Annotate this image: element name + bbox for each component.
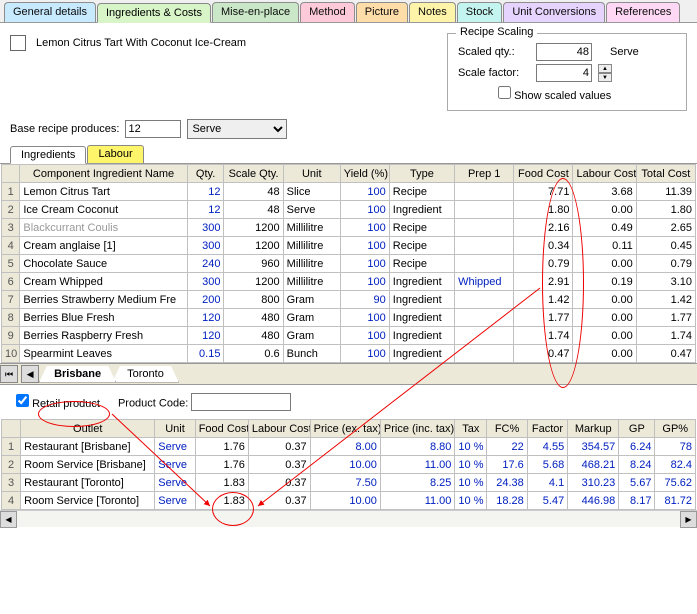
base-recipe-label: Base recipe produces:: [10, 123, 119, 135]
ing-col-header[interactable]: Qty.: [187, 165, 224, 183]
scale-factor-spinner[interactable]: ▲ ▼: [598, 64, 612, 82]
ingredient-row[interactable]: 6Cream Whipped3001200Millilitre100Ingred…: [2, 273, 696, 291]
outlet-col-header[interactable]: Price (inc. tax): [380, 420, 455, 438]
main-tab-references[interactable]: References: [606, 2, 680, 22]
sub-tab-bar: IngredientsLabour: [0, 145, 697, 164]
show-scaled-checkbox[interactable]: [498, 86, 511, 99]
scaling-legend: Recipe Scaling: [456, 26, 537, 38]
ing-col-header[interactable]: Type: [389, 165, 454, 183]
main-tab-method[interactable]: Method: [300, 2, 355, 22]
outlet-row[interactable]: 1Restaurant [Brisbane]Serve1.760.378.008…: [2, 438, 696, 456]
base-unit-select[interactable]: Serve: [187, 119, 287, 139]
ingredient-row[interactable]: 7Berries Strawberry Medium Fre200800Gram…: [2, 291, 696, 309]
main-tab-bar: General detailsIngredients & CostsMise-e…: [0, 0, 697, 23]
outlet-col-header[interactable]: Labour Cost: [248, 420, 310, 438]
ing-col-header[interactable]: Food Cost: [514, 165, 573, 183]
sub-tab-labour[interactable]: Labour: [87, 145, 143, 163]
ing-col-header[interactable]: Labour Cost: [573, 165, 636, 183]
ingredient-row[interactable]: 3Blackcurrant Coulis3001200Millilitre100…: [2, 219, 696, 237]
main-tab-notes[interactable]: Notes: [409, 2, 456, 22]
outlet-col-header[interactable]: Markup: [568, 420, 619, 438]
ingredient-row[interactable]: 5Chocolate Sauce240960Millilitre100Recip…: [2, 255, 696, 273]
scroll-right-icon[interactable]: ▶: [680, 511, 697, 528]
header-area: Lemon Citrus Tart With Coconut Ice-Cream…: [0, 23, 697, 117]
scaled-qty-input[interactable]: [536, 43, 592, 61]
ingredient-row[interactable]: 10Spearmint Leaves0.150.6Bunch100Ingredi…: [2, 345, 696, 363]
retail-product-label: Retail product: [32, 398, 100, 410]
ws-tab-brisbane[interactable]: Brisbane: [39, 366, 116, 383]
main-tab-stock[interactable]: Stock: [457, 2, 503, 22]
ing-col-header[interactable]: Prep 1: [455, 165, 514, 183]
base-recipe-row: Base recipe produces: Serve: [0, 117, 697, 145]
outlet-row[interactable]: 2Room Service [Brisbane]Serve1.760.3710.…: [2, 456, 696, 474]
ingredients-grid-container: Component Ingredient NameQty.Scale Qty.U…: [0, 164, 697, 363]
outlet-grid[interactable]: OutletUnitFood CostLabour CostPrice (ex.…: [1, 419, 696, 510]
ing-col-header[interactable]: Scale Qty.: [224, 165, 283, 183]
recipe-scaling-box: Recipe Scaling Scaled qty.: Serve Scale …: [447, 33, 687, 111]
scale-factor-label: Scale factor:: [458, 67, 530, 79]
ing-col-header[interactable]: Unit: [283, 165, 340, 183]
main-tab-unit-conversions[interactable]: Unit Conversions: [503, 2, 605, 22]
ingredient-row[interactable]: 9Berries Raspberry Fresh120480Gram100Ing…: [2, 327, 696, 345]
product-code-input[interactable]: [191, 393, 291, 411]
scaled-qty-label: Scaled qty.:: [458, 46, 530, 58]
scale-factor-input[interactable]: [536, 64, 592, 82]
main-tab-picture[interactable]: Picture: [356, 2, 408, 22]
ingredient-row[interactable]: 4Cream anglaise [1]3001200Millilitre100R…: [2, 237, 696, 255]
document-icon: [10, 35, 26, 51]
ws-first-icon[interactable]: ⏮: [0, 365, 18, 383]
spin-down-icon[interactable]: ▼: [598, 73, 612, 82]
outlet-col-header[interactable]: Tax: [455, 420, 487, 438]
retail-product-checkbox[interactable]: [16, 394, 29, 407]
spin-up-icon[interactable]: ▲: [598, 64, 612, 73]
main-tab-mise-en-place[interactable]: Mise-en-place: [212, 2, 299, 22]
ingredient-row[interactable]: 2Ice Cream Coconut1248Serve100Ingredient…: [2, 201, 696, 219]
product-code-label: Product Code:: [118, 398, 188, 410]
ws-tab-toronto[interactable]: Toronto: [112, 366, 179, 383]
outlet-col-header[interactable]: GP: [619, 420, 655, 438]
ingredient-row[interactable]: 1Lemon Citrus Tart1248Slice100Recipe7.71…: [2, 183, 696, 201]
outlet-col-header[interactable]: FC%: [487, 420, 527, 438]
outlet-col-header[interactable]: Factor: [527, 420, 567, 438]
sub-tab-ingredients[interactable]: Ingredients: [10, 146, 86, 164]
horizontal-scrollbar[interactable]: ◀ ▶: [0, 510, 697, 527]
outlet-col-header[interactable]: Outlet: [21, 420, 155, 438]
main-tab-ingredients-costs[interactable]: Ingredients & Costs: [97, 3, 211, 23]
outlet-col-header[interactable]: Price (ex. tax): [310, 420, 380, 438]
ingredient-row[interactable]: 8Berries Blue Fresh120480Gram100Ingredie…: [2, 309, 696, 327]
recipe-title: Lemon Citrus Tart With Coconut Ice-Cream: [36, 37, 246, 49]
main-tab-general-details[interactable]: General details: [4, 2, 96, 22]
outlet-col-header[interactable]: Unit: [155, 420, 195, 438]
retail-row: Retail product Product Code:: [0, 385, 697, 419]
outlet-row[interactable]: 3Restaurant [Toronto]Serve1.830.377.508.…: [2, 474, 696, 492]
scaled-qty-unit: Serve: [610, 46, 639, 58]
ws-prev-icon[interactable]: ◀: [21, 365, 39, 383]
outlet-col-header[interactable]: Food Cost: [195, 420, 248, 438]
scroll-left-icon[interactable]: ◀: [0, 511, 17, 528]
ingredients-grid[interactable]: Component Ingredient NameQty.Scale Qty.U…: [1, 164, 696, 363]
outlet-col-header[interactable]: GP%: [655, 420, 696, 438]
ws-nav[interactable]: ⏮ ◀: [0, 365, 39, 383]
outlet-row[interactable]: 4Room Service [Toronto]Serve1.830.3710.0…: [2, 492, 696, 510]
show-scaled-label: Show scaled values: [514, 90, 611, 102]
worksheet-tab-bar: ⏮ ◀ BrisbaneToronto: [0, 363, 697, 385]
base-qty-input[interactable]: [125, 120, 181, 138]
ing-col-header[interactable]: Total Cost: [636, 165, 695, 183]
ing-col-header[interactable]: Yield (%): [340, 165, 389, 183]
ing-col-header[interactable]: Component Ingredient Name: [20, 165, 187, 183]
